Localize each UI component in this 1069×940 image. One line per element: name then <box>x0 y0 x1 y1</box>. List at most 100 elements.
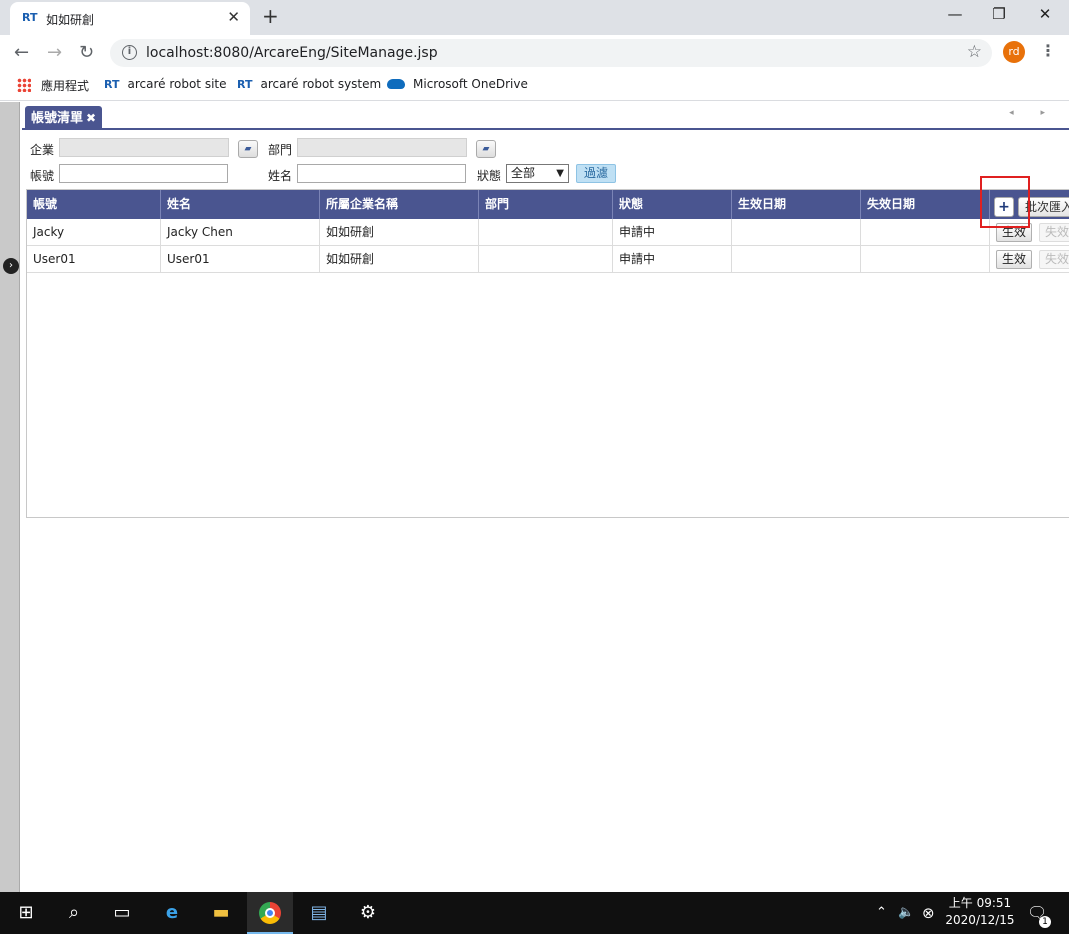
reload-button[interactable]: ↻ <box>79 42 94 63</box>
tab-close-icon[interactable]: ✖ <box>86 111 96 125</box>
tab-title: 如如研創 <box>46 13 95 27</box>
tab-account-list-label: 帳號清單 <box>31 111 84 126</box>
cell-department <box>479 219 613 246</box>
col-header-account[interactable]: 帳號 <box>27 190 161 219</box>
tab-account-list[interactable]: 帳號清單 ✖ <box>25 106 103 130</box>
enterprise-picker-folder-icon[interactable]: ▰ <box>238 140 258 158</box>
department-label: 部門 <box>268 143 293 157</box>
apps-grid-icon <box>17 78 31 92</box>
activate-button[interactable]: 生效 <box>996 223 1033 242</box>
table-row[interactable]: Jacky Jacky Chen 如如研創 申請中 生效 失效 <box>27 219 1069 246</box>
clock-time: 上午 09:51 <box>948 896 1012 910</box>
browser-tab[interactable]: RT 如如研創 ✕ <box>10 2 250 35</box>
deactivate-button[interactable]: 失效 <box>1039 223 1069 242</box>
bookmark-robot-system[interactable]: RT arcaré robot system <box>237 77 381 91</box>
enterprise-field[interactable] <box>59 138 229 157</box>
col-header-department[interactable]: 部門 <box>479 190 613 219</box>
bookmarks-bar: 應用程式 RT arcaré robot site RT arcaré robot … <box>0 70 1069 101</box>
cell-effective-date <box>732 246 861 273</box>
cell-enterprise: 如如研創 <box>320 219 479 246</box>
browser-toolbar: ← → ↻ i localhost:8080/ArcareEng/SiteMan… <box>0 35 1069 70</box>
bookmark-label: arcaré robot system <box>260 77 382 91</box>
start-windows-icon[interactable]: ⊞ <box>3 892 49 934</box>
enterprise-label: 企業 <box>30 143 55 157</box>
server-manager-icon[interactable]: ▤ <box>296 892 342 934</box>
close-window-button[interactable]: ✕ <box>1025 5 1065 23</box>
bookmark-label: Microsoft OneDrive <box>413 77 528 91</box>
activate-button[interactable]: 生效 <box>996 250 1033 269</box>
search-icon[interactable]: ⌕ <box>51 892 97 934</box>
cell-expiry-date <box>861 246 990 273</box>
account-label: 帳號 <box>30 169 55 183</box>
panel-tabbar: 帳號清單 ✖ ◂ ▸ <box>22 104 1069 130</box>
task-view-icon[interactable]: ▭ <box>99 892 145 934</box>
cell-status: 申請中 <box>613 219 732 246</box>
tab-scroll-arrows-icon[interactable]: ◂ ▸ <box>1009 108 1057 118</box>
bookmark-robot-site[interactable]: RT arcaré robot site <box>104 77 227 91</box>
settings-gear-icon[interactable]: ⚙ <box>345 892 391 934</box>
rt-icon: RT <box>104 78 120 91</box>
restore-button[interactable]: ❐ <box>979 5 1019 23</box>
network-error-icon[interactable]: ⊗ <box>922 892 935 934</box>
deactivate-button[interactable]: 失效 <box>1039 250 1069 269</box>
taskbar-clock[interactable]: 上午 09:51 2020/12/15 <box>940 895 1020 929</box>
table-row[interactable]: User01 User01 如如研創 申請中 生效 失效 <box>27 246 1069 273</box>
tab-close-icon[interactable]: ✕ <box>227 8 240 26</box>
rt-icon: RT <box>237 78 253 91</box>
internet-explorer-icon[interactable]: e <box>149 892 195 934</box>
back-button[interactable]: ← <box>14 42 29 63</box>
browser-menu-icon[interactable]: ⋮ <box>1040 41 1056 60</box>
bookmark-label: 應用程式 <box>41 79 90 93</box>
col-header-status[interactable]: 狀態 <box>613 190 732 219</box>
windows-taskbar: ⊞ ⌕ ▭ e ▬ ▤ ⚙ ⌃ 🔈 ⊗ 上午 09:51 2020/12/15 … <box>0 892 1069 934</box>
add-account-button[interactable]: + <box>994 197 1014 217</box>
minimize-button[interactable]: — <box>935 5 975 23</box>
department-picker-folder-icon[interactable]: ▰ <box>476 140 496 158</box>
browser-titlebar: RT 如如研創 ✕ + — ❐ ✕ <box>0 0 1069 35</box>
chrome-icon[interactable] <box>247 892 293 934</box>
batch-import-button[interactable]: 批次匯入 <box>1018 197 1069 217</box>
cell-department <box>479 246 613 273</box>
col-header-expiry-date[interactable]: 失效日期 <box>861 190 990 219</box>
bookmark-star-icon[interactable]: ☆ <box>967 42 982 62</box>
cell-account: User01 <box>27 246 161 273</box>
chevron-down-icon: ▼ <box>556 168 564 179</box>
profile-avatar[interactable]: rd <box>1003 41 1025 63</box>
bookmark-onedrive[interactable]: Microsoft OneDrive <box>387 77 528 91</box>
site-info-icon[interactable]: i <box>122 45 137 60</box>
name-input[interactable] <box>297 164 466 183</box>
collapsed-sidebar: › <box>0 102 20 892</box>
department-field[interactable] <box>297 138 467 157</box>
onedrive-cloud-icon <box>387 79 405 89</box>
name-label: 姓名 <box>268 169 293 183</box>
col-header-effective-date[interactable]: 生效日期 <box>732 190 861 219</box>
forward-button[interactable]: → <box>47 42 62 63</box>
cell-name: Jacky Chen <box>161 219 320 246</box>
bookmark-apps[interactable]: 應用程式 <box>17 77 89 94</box>
tray-chevron-up-icon[interactable]: ⌃ <box>876 892 887 934</box>
cell-name: User01 <box>161 246 320 273</box>
cell-status: 申請中 <box>613 246 732 273</box>
account-input[interactable] <box>59 164 228 183</box>
tab-favicon-icon: RT <box>22 11 38 24</box>
speaker-muted-icon[interactable]: 🔈 <box>898 892 914 934</box>
cell-effective-date <box>732 219 861 246</box>
col-header-name[interactable]: 姓名 <box>161 190 320 219</box>
status-select[interactable]: 全部 ▼ <box>506 164 569 183</box>
bookmark-label: arcaré robot site <box>127 77 227 91</box>
cell-account: Jacky <box>27 219 161 246</box>
clock-date: 2020/12/15 <box>945 913 1015 927</box>
grid-header: 帳號 姓名 所屬企業名稱 部門 狀態 生效日期 失效日期 + 批次匯入 <box>27 190 1069 219</box>
account-grid: 帳號 姓名 所屬企業名稱 部門 狀態 生效日期 失效日期 + 批次匯入 Jack… <box>26 189 1069 518</box>
url-text[interactable]: localhost:8080/ArcareEng/SiteManage.jsp <box>146 45 438 61</box>
cell-enterprise: 如如研創 <box>320 246 479 273</box>
filter-button[interactable]: 過濾 <box>576 164 616 183</box>
address-bar[interactable]: i localhost:8080/ArcareEng/SiteManage.js… <box>110 39 992 67</box>
notification-count-badge: 1 <box>1039 916 1051 928</box>
expand-sidebar-icon[interactable]: › <box>3 258 19 274</box>
new-tab-button[interactable]: + <box>262 4 279 28</box>
status-label: 狀態 <box>477 169 502 183</box>
file-explorer-icon[interactable]: ▬ <box>198 892 244 934</box>
cell-expiry-date <box>861 219 990 246</box>
col-header-enterprise[interactable]: 所屬企業名稱 <box>320 190 479 219</box>
